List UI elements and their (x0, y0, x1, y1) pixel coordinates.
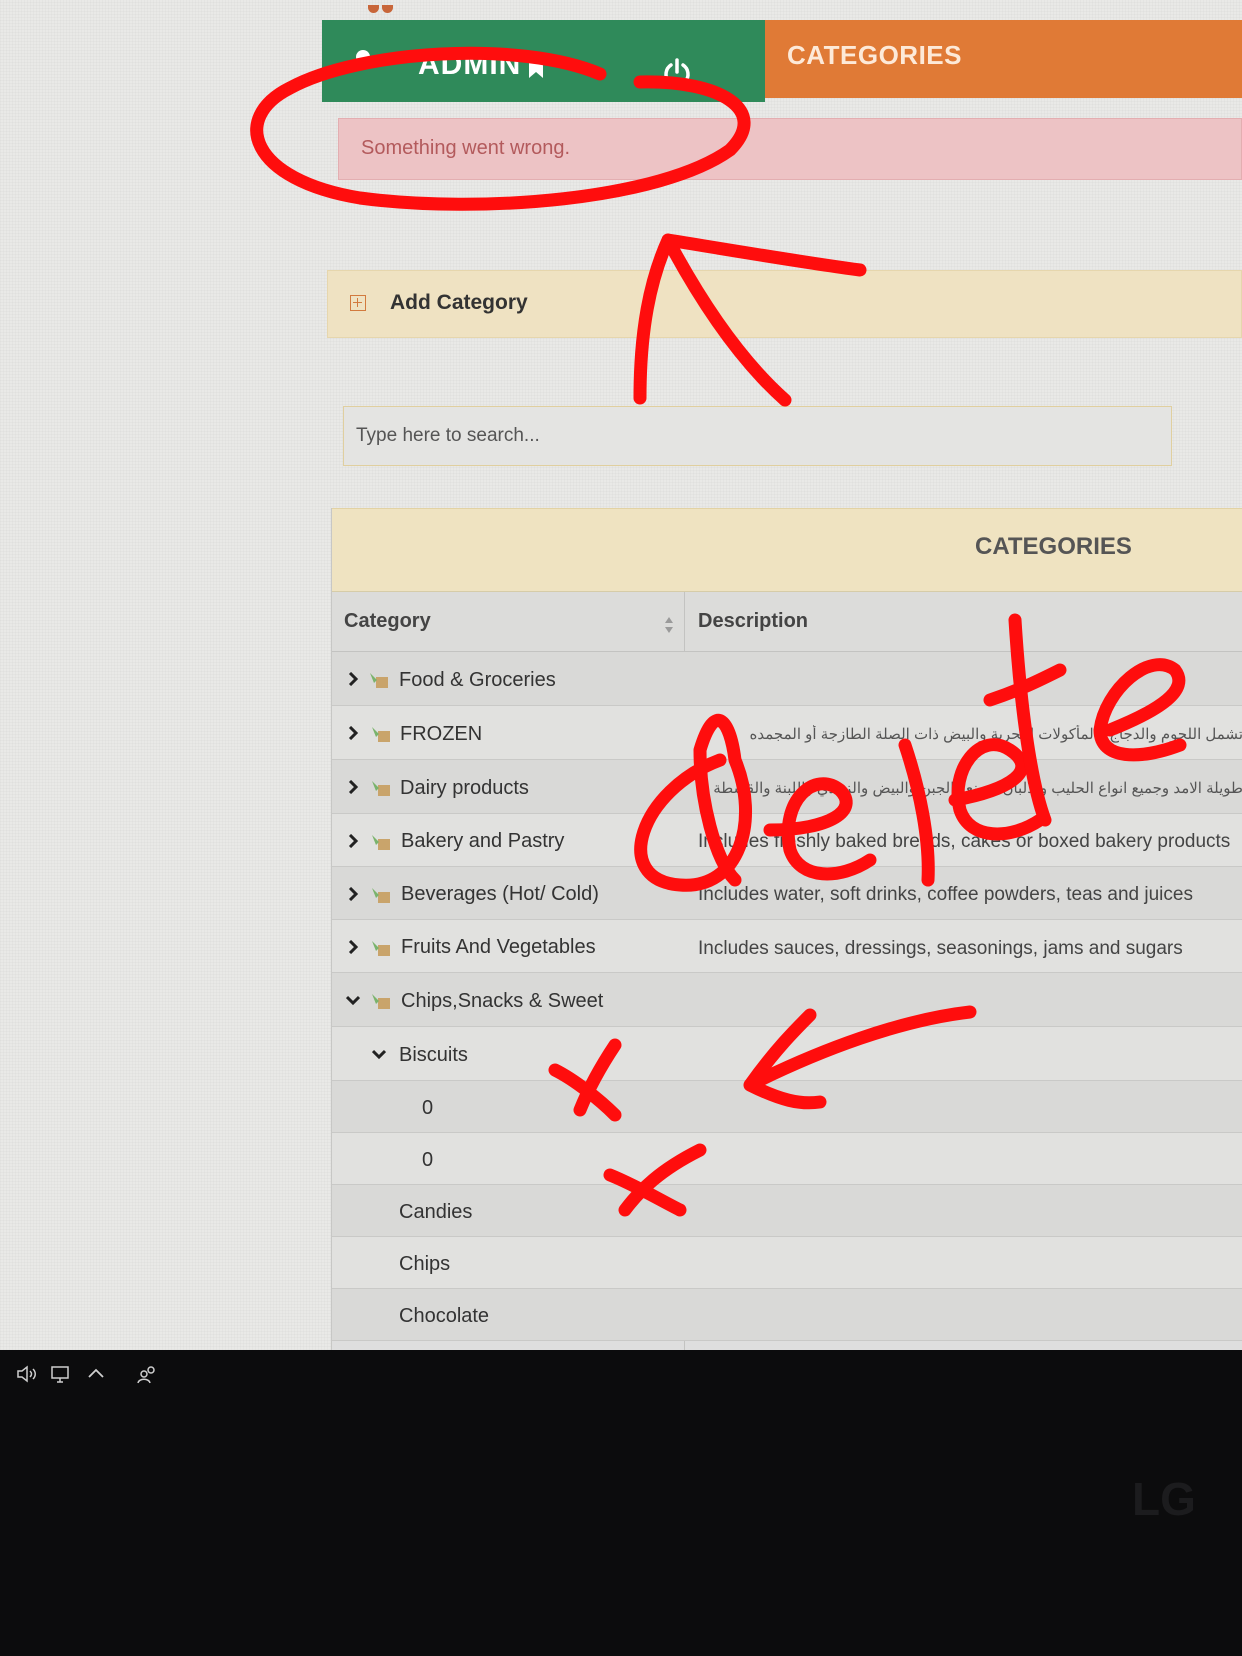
app-screen: ADMIN CATEGORIES Something went wrong. A… (0, 0, 1242, 1350)
row-description: Includes freshly baked breads, cakes or … (698, 831, 1231, 852)
search-input[interactable] (343, 406, 1172, 466)
admin-label: ADMIN (418, 48, 522, 81)
row-category-label: FROZEN (400, 723, 483, 745)
table-row[interactable]: Bakery and Pastry Includes freshly baked… (332, 814, 1242, 867)
column-header-category[interactable]: Category (344, 610, 431, 633)
add-category-label: Add Category (390, 291, 528, 314)
chevron-right-icon[interactable] (346, 834, 360, 848)
chevron-right-icon[interactable] (346, 940, 360, 954)
error-alert: Something went wrong. (338, 118, 1242, 180)
row-category-label: Dairy products (400, 777, 529, 799)
table-row[interactable]: Dairy products طويلة الامد وجميع انواع ا… (332, 760, 1242, 814)
table-row[interactable]: Chips (332, 1237, 1242, 1289)
row-description: تشمل اللحوم والدجاج والمأكولات البحرية و… (749, 726, 1242, 743)
row-category-label: Fruits And Vegetables (401, 936, 596, 958)
table-row[interactable]: 0 (332, 1133, 1242, 1185)
row-category-label: Biscuits (399, 1044, 468, 1066)
category-icon (372, 727, 390, 742)
chevron-right-icon[interactable] (346, 887, 360, 901)
table-row[interactable]: Chips,Snacks & Sweet (332, 973, 1242, 1027)
row-category-label: Beverages (Hot/ Cold) (401, 883, 599, 905)
table-header: CATEGORIES (332, 508, 1242, 592)
annotation-word: delete (0, 0, 44, 4)
chevron-up-icon[interactable] (86, 1364, 106, 1384)
table-row[interactable]: Biscuits (332, 1027, 1242, 1081)
categories-table: CATEGORIES Category Description Food & G… (331, 508, 1242, 1350)
column-headers: Category Description (332, 592, 1242, 652)
category-icon (372, 941, 390, 956)
table-row[interactable]: Candies (332, 1185, 1242, 1237)
table-row[interactable]: Chocolate (332, 1289, 1242, 1341)
section-header: CATEGORIES (765, 20, 1242, 98)
row-description: Includes water, soft drinks, coffee powd… (698, 884, 1193, 905)
admin-bar[interactable]: ADMIN (322, 20, 765, 102)
row-category-label: 0 (422, 1149, 434, 1171)
sort-icon[interactable] (664, 616, 674, 634)
row-category-label: Chips,Snacks & Sweet (401, 990, 604, 1012)
table-title: CATEGORIES (975, 533, 1132, 560)
chevron-right-icon[interactable] (346, 726, 360, 740)
monitor-brand-logo: LG (1132, 1473, 1196, 1525)
power-icon[interactable] (662, 58, 692, 88)
row-category-label: Food & Groceries (399, 669, 556, 691)
category-icon (372, 888, 390, 903)
category-icon (370, 673, 388, 688)
user-icon (356, 50, 370, 64)
table-row[interactable]: 0 (332, 1081, 1242, 1133)
people-icon[interactable] (136, 1364, 158, 1384)
bookmark-icon (529, 58, 543, 78)
error-message: Something went wrong. (361, 137, 571, 159)
category-icon (372, 781, 390, 796)
chevron-right-icon[interactable] (346, 780, 360, 794)
row-category-label: 0 (422, 1097, 434, 1119)
row-description: طويلة الامد وجميع انواع الحليب والالبان … (713, 780, 1242, 797)
row-category-label: Candies (399, 1201, 473, 1223)
chevron-down-icon[interactable] (346, 993, 360, 1007)
chevron-down-icon[interactable] (372, 1047, 386, 1061)
speaker-icon[interactable] (16, 1364, 38, 1384)
system-tray (16, 1364, 158, 1384)
table-row[interactable]: Beverages (Hot/ Cold) Includes water, so… (332, 867, 1242, 920)
section-title: CATEGORIES (787, 40, 962, 70)
add-category-button[interactable]: Add Category (327, 270, 1242, 338)
category-icon (372, 835, 390, 850)
row-description: Includes sauces, dressings, seasonings, … (698, 938, 1183, 959)
logo (368, 0, 396, 18)
table-row[interactable]: Fruits And Vegetables Includes sauces, d… (332, 920, 1242, 973)
plus-square-icon (350, 295, 366, 311)
row-category-label: Chips (399, 1253, 451, 1275)
column-header-description: Description (698, 610, 809, 632)
network-icon[interactable] (50, 1364, 74, 1384)
taskbar: LG (0, 1350, 1242, 1656)
row-category-label: Chocolate (399, 1305, 490, 1327)
chevron-right-icon[interactable] (346, 672, 360, 686)
category-icon (372, 994, 390, 1009)
row-category-label: Bakery and Pastry (401, 830, 565, 852)
table-row[interactable]: Food & Groceries (332, 652, 1242, 706)
table-row[interactable]: FROZEN تشمل اللحوم والدجاج والمأكولات ال… (332, 706, 1242, 760)
